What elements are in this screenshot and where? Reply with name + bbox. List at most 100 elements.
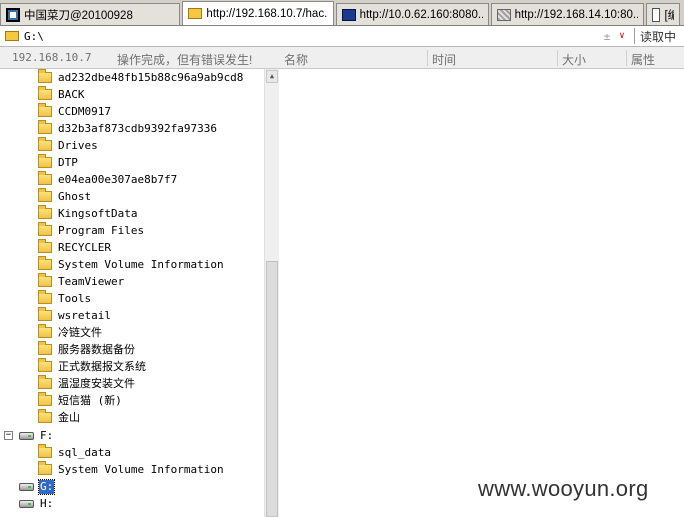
tree-folder[interactable]: 正式数据报文系统 (38, 358, 147, 375)
tree-folder[interactable]: 冷链文件 (38, 324, 103, 341)
tree-drive-f[interactable]: F: (19, 427, 54, 444)
tree-folder-label: 冷链文件 (58, 325, 102, 339)
tab-webshell-192-168-14-10[interactable]: http://192.168.14.10:80... (491, 3, 644, 25)
tree-drive-label: H: (40, 496, 54, 510)
target-ip: 192.168.10.7 (12, 51, 92, 64)
folder-icon (38, 358, 52, 372)
tree-drive-g[interactable]: G: (19, 478, 56, 495)
tree-folder-label: wsretail (58, 308, 111, 322)
folder-icon (38, 324, 52, 338)
folder-icon (38, 307, 52, 321)
tree-folder-label: RECYCLER (58, 240, 111, 254)
tree-folder[interactable]: TeamViewer (38, 273, 125, 290)
folder-icon (38, 461, 52, 475)
folder-icon (38, 444, 52, 458)
column-header-size[interactable]: 大小 (562, 51, 586, 68)
drive-icon (19, 431, 34, 440)
folder-icon (38, 154, 52, 168)
drive-icon (19, 499, 34, 508)
tree-folder[interactable]: sql_data (38, 444, 112, 461)
page-icon (652, 7, 661, 22)
tree-folder[interactable]: RECYCLER (38, 239, 112, 256)
tree-folder-label: 温湿度安装文件 (58, 376, 135, 390)
folder-icon (38, 137, 52, 151)
tree-folder[interactable]: 服务器数据备份 (38, 341, 136, 358)
tree-folder[interactable]: Program Files (38, 222, 145, 239)
tab-label: 中国菜刀@20100928 (24, 9, 133, 22)
tab-webshell-192-168-10-7[interactable]: http://192.168.10.7/hac... (182, 1, 334, 25)
read-button[interactable]: 读取中 (640, 28, 684, 45)
tree-folder[interactable]: BACK (38, 86, 86, 103)
tree-folder-label: e04ea00e307ae8b7f7 (58, 172, 178, 186)
tab-label: http://192.168.14.10:80... (514, 8, 638, 21)
tree-scrollbar[interactable]: ▲ (264, 69, 279, 517)
tree-folder-label: Ghost (58, 189, 92, 203)
browser-tab-bar: 中国菜刀@20100928 http://192.168.10.7/hac...… (0, 0, 684, 26)
tree-folder-label: Program Files (58, 223, 145, 237)
tree-folder-label: 正式数据报文系统 (58, 359, 146, 373)
app-icon (6, 7, 20, 22)
column-divider[interactable] (626, 50, 627, 66)
folder-icon (38, 239, 52, 253)
path-input[interactable]: G:\ (24, 28, 599, 45)
document-icon (342, 8, 356, 21)
chevron-down-icon[interactable]: ∨ (615, 31, 629, 41)
folder-icon (38, 86, 52, 100)
divider (634, 28, 635, 44)
tree-folder[interactable]: e04ea00e307ae8b7f7 (38, 171, 178, 188)
tree-folder[interactable]: 短信猫 (新) (38, 392, 123, 409)
tree-folder-label: TeamViewer (58, 274, 125, 288)
folder-icon (38, 273, 52, 287)
tree-drive-label: G: (37, 478, 56, 495)
tree-folder-label: BACK (58, 87, 85, 101)
folder-icon (38, 120, 52, 134)
tree-drive-h[interactable]: H: (19, 495, 54, 512)
folder-icon (5, 31, 19, 41)
file-list-pane[interactable] (279, 69, 684, 517)
tab-webshell-10-0-62-160[interactable]: http://10.0.62.160:8080... (336, 3, 489, 25)
tree-folder[interactable]: Tools (38, 290, 92, 307)
scroll-up-arrow-icon[interactable]: ▲ (266, 70, 278, 83)
tree-folder[interactable]: Ghost (38, 188, 92, 205)
tab-label: [编 (664, 9, 674, 22)
folder-icon (38, 375, 52, 389)
tree-folder-label: 金山 (58, 410, 80, 424)
tree-folder[interactable]: wsretail (38, 307, 112, 324)
watermark: www.wooyun.org (478, 476, 649, 501)
column-divider[interactable] (427, 50, 428, 66)
tree-folder-label: KingsoftData (58, 206, 138, 220)
column-divider[interactable] (557, 50, 558, 66)
tab-editor[interactable]: [编 (646, 3, 680, 25)
tree-folder[interactable]: 金山 (38, 409, 81, 426)
drive-icon (19, 482, 34, 491)
folder-icon (38, 290, 52, 304)
tree-folder[interactable]: Drives (38, 137, 99, 154)
tree-folder[interactable]: System Volume Information (38, 461, 225, 478)
tree-folder-label: System Volume Information (58, 257, 224, 271)
collapse-toggle-f[interactable]: − (4, 431, 13, 440)
column-header-attributes[interactable]: 属性 (631, 51, 655, 68)
tree-folder-label: ad232dbe48fb15b88c96a9ab9cd8 (58, 70, 244, 84)
status-message: 操作完成，但有错误发生! (117, 53, 253, 67)
folder-icon (188, 8, 203, 19)
folder-icon (38, 392, 52, 406)
tree-folder[interactable]: KingsoftData (38, 205, 138, 222)
folder-icon (38, 205, 52, 219)
tree-folder[interactable]: d32b3af873cdb9392fa97336 (38, 120, 218, 137)
tree-folder[interactable]: CCDM0917 (38, 103, 112, 120)
tree-folder[interactable]: ad232dbe48fb15b88c96a9ab9cd8 (38, 69, 244, 86)
tree-folder[interactable]: 温湿度安装文件 (38, 375, 136, 392)
folder-icon (38, 103, 52, 117)
tab-chopper-app[interactable]: 中国菜刀@20100928 (0, 3, 180, 25)
tree-folder[interactable]: System Volume Information (38, 256, 225, 273)
path-history-dropdown[interactable]: ± (599, 30, 615, 43)
folder-icon (38, 222, 52, 236)
tree-folder-label: d32b3af873cdb9392fa97336 (58, 121, 217, 135)
tree-folder-label: sql_data (58, 445, 111, 459)
column-header-time[interactable]: 时间 (432, 51, 456, 68)
folder-icon (38, 171, 52, 185)
folder-icon (38, 256, 52, 270)
tree-folder[interactable]: DTP (38, 154, 79, 171)
column-header-name[interactable]: 名称 (284, 51, 308, 68)
scrollbar-thumb[interactable] (266, 261, 278, 517)
